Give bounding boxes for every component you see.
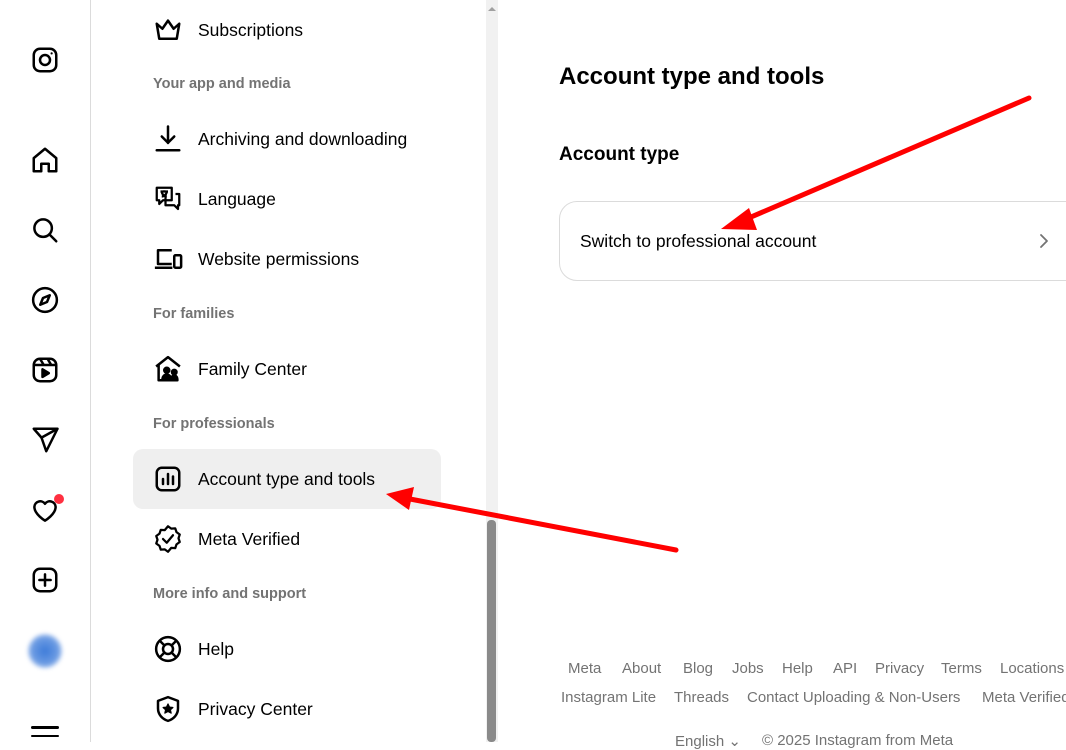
settings-item-meta-verified[interactable]: Meta Verified: [133, 509, 441, 569]
home-icon[interactable]: [29, 144, 61, 176]
language-icon: [153, 184, 183, 214]
settings-item-label: Account type and tools: [198, 468, 376, 489]
scroll-up-arrow-icon[interactable]: [486, 4, 498, 14]
footer-link-api[interactable]: API: [833, 660, 857, 677]
family-home-icon: [153, 354, 183, 384]
switch-to-professional-label: Switch to professional account: [580, 230, 817, 251]
verified-badge-icon: [153, 524, 183, 554]
footer-link-threads[interactable]: Threads: [674, 689, 729, 706]
explore-icon[interactable]: [29, 284, 61, 316]
settings-item-label: Help: [198, 638, 234, 659]
footer-link-blog[interactable]: Blog: [683, 660, 713, 677]
settings-item-family-center[interactable]: Family Center: [133, 339, 441, 399]
settings-item-label: Language: [198, 188, 276, 209]
settings-item-label: Privacy Center: [198, 698, 313, 719]
settings-sidebar: Subscriptions Your app and media Archivi…: [91, 0, 486, 742]
page-title: Account type and tools: [559, 63, 825, 90]
settings-item-label: Subscriptions: [198, 19, 304, 40]
settings-item-archiving[interactable]: Archiving and downloading: [133, 109, 441, 169]
messages-icon[interactable]: [29, 424, 61, 456]
more-menu-icon[interactable]: [31, 726, 59, 743]
settings-item-label: Family Center: [198, 358, 307, 379]
language-selector[interactable]: English ⌄: [675, 732, 741, 750]
chart-icon: [153, 464, 183, 494]
settings-item-label: Archiving and downloading: [198, 128, 408, 149]
section-header-app-media: Your app and media: [153, 76, 291, 92]
crown-icon: [153, 15, 183, 45]
settings-item-subscriptions[interactable]: Subscriptions: [133, 0, 441, 60]
settings-item-account-type-tools[interactable]: Account type and tools: [133, 449, 441, 509]
settings-item-help[interactable]: Help: [133, 619, 441, 679]
shield-star-icon: [153, 694, 183, 724]
download-icon: [153, 124, 183, 154]
section-header-professionals: For professionals: [153, 416, 275, 432]
settings-item-language[interactable]: Language: [133, 169, 441, 229]
footer-link-locations[interactable]: Locations: [1000, 660, 1064, 677]
section-header-families: For families: [153, 306, 235, 322]
footer-link-jobs[interactable]: Jobs: [732, 660, 764, 677]
lifebuoy-icon: [153, 634, 183, 664]
settings-item-privacy-center[interactable]: Privacy Center: [133, 679, 441, 739]
chevron-right-icon: [1040, 234, 1048, 248]
footer-link-privacy[interactable]: Privacy: [875, 660, 924, 677]
notification-dot: [54, 494, 64, 504]
footer-link-meta-verified[interactable]: Meta Verified: [982, 689, 1066, 706]
left-nav-rail: [0, 0, 91, 742]
footer-link-meta[interactable]: Meta: [568, 660, 601, 677]
section-title: Account type: [559, 144, 680, 165]
create-icon[interactable]: [29, 564, 61, 596]
reels-icon[interactable]: [29, 354, 61, 386]
instagram-logo-icon[interactable]: [29, 44, 61, 76]
devices-icon: [153, 244, 183, 274]
profile-avatar[interactable]: [28, 634, 62, 668]
settings-scrollbar-thumb[interactable]: [487, 520, 496, 742]
footer-link-terms[interactable]: Terms: [941, 660, 982, 677]
switch-to-professional-button[interactable]: Switch to professional account: [559, 201, 1066, 281]
footer-copyright: © 2025 Instagram from Meta: [762, 732, 954, 749]
search-icon[interactable]: [29, 214, 61, 246]
footer-link-contact-uploading[interactable]: Contact Uploading & Non-Users: [747, 689, 960, 706]
settings-item-label: Meta Verified: [198, 528, 301, 549]
footer-link-instagram-lite[interactable]: Instagram Lite: [561, 689, 656, 706]
footer-link-about[interactable]: About: [622, 660, 661, 677]
settings-item-website-permissions[interactable]: Website permissions: [133, 229, 441, 289]
settings-item-label: Website permissions: [198, 248, 360, 269]
section-header-more-info: More info and support: [153, 586, 307, 602]
footer-link-help[interactable]: Help: [782, 660, 813, 677]
